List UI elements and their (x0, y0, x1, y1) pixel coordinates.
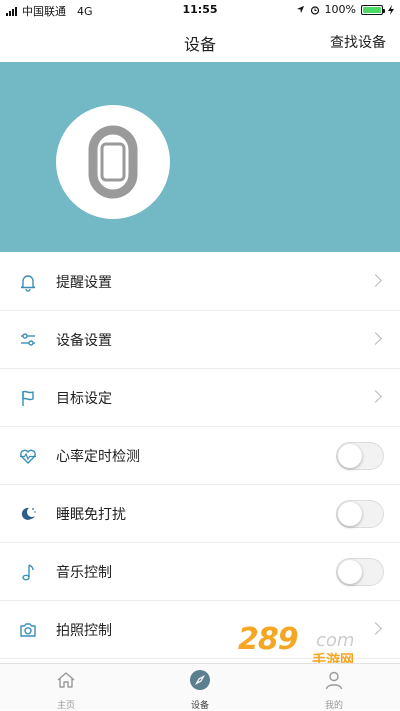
menu-item-label: 心率定时检测 (56, 449, 140, 465)
menu-item-heart-rate: 心率定时检测 (0, 427, 400, 485)
sliders-icon (21, 333, 35, 346)
charging-icon (388, 4, 394, 15)
music-note-icon (22, 564, 34, 581)
battery-icon (361, 4, 385, 15)
menu-item-label: 设备设置 (56, 333, 112, 349)
menu-item-label: 拍照控制 (56, 623, 112, 639)
menu-item-label: 睡眠免打扰 (56, 507, 126, 523)
heart-rate-icon (20, 449, 36, 464)
menu-item-label: 提醒设置 (56, 275, 112, 291)
status-right: 100% (296, 3, 394, 16)
tab-home[interactable]: 主页 (36, 669, 96, 711)
menu-item-label: 目标设定 (56, 391, 112, 407)
chevron-right-icon (369, 274, 382, 287)
battery-percent: 100% (324, 3, 356, 16)
bell-icon (20, 275, 36, 292)
sleep-dnd-toggle[interactable] (336, 500, 384, 528)
device-avatar[interactable] (56, 105, 170, 219)
menu-item-device-settings[interactable]: 设备设置 (0, 311, 400, 369)
flag-icon (22, 390, 34, 406)
toggle-knob (338, 502, 362, 526)
tab-label: 设备 (190, 701, 209, 711)
tab-label: 我的 (324, 701, 343, 711)
camera-icon (20, 623, 36, 637)
menu-item-camera-control[interactable]: 拍照控制 (0, 601, 400, 659)
tab-device[interactable]: 设备 (170, 669, 230, 711)
menu-item-label: 音乐控制 (56, 565, 112, 581)
nav-bar: 设备 查找设备 (0, 20, 400, 62)
chevron-right-icon (369, 332, 382, 345)
find-device-button[interactable]: 查找设备 (330, 32, 386, 52)
location-arrow-icon (296, 5, 304, 14)
home-icon (57, 672, 75, 688)
alarm-icon (310, 5, 319, 15)
tab-bar: 主页 设备 我的 (0, 663, 400, 711)
compass-icon (190, 670, 210, 690)
toggle-knob (338, 560, 362, 584)
moon-icon (21, 507, 36, 520)
tab-me[interactable]: 我的 (304, 669, 364, 711)
chevron-right-icon (369, 622, 382, 635)
menu-item-sleep-dnd: 睡眠免打扰 (0, 485, 400, 543)
menu-item-music-control: 音乐控制 (0, 543, 400, 601)
menu-item-goal[interactable]: 目标设定 (0, 369, 400, 427)
tab-label: 主页 (56, 701, 75, 711)
status-bar: 中国联通 4G 11:55 100% (0, 0, 400, 20)
heart-rate-toggle[interactable] (336, 442, 384, 470)
band-icon (88, 125, 138, 199)
chevron-right-icon (369, 390, 382, 403)
settings-menu: 提醒设置 设备设置 目标设定 心率定时检测 睡眠免打扰 音乐控制 拍照控制 (0, 253, 400, 659)
menu-item-reminder[interactable]: 提醒设置 (0, 253, 400, 311)
toggle-knob (338, 444, 362, 468)
music-control-toggle[interactable] (336, 558, 384, 586)
person-icon (325, 671, 343, 690)
device-banner (0, 62, 400, 252)
battery-fill (363, 6, 381, 13)
